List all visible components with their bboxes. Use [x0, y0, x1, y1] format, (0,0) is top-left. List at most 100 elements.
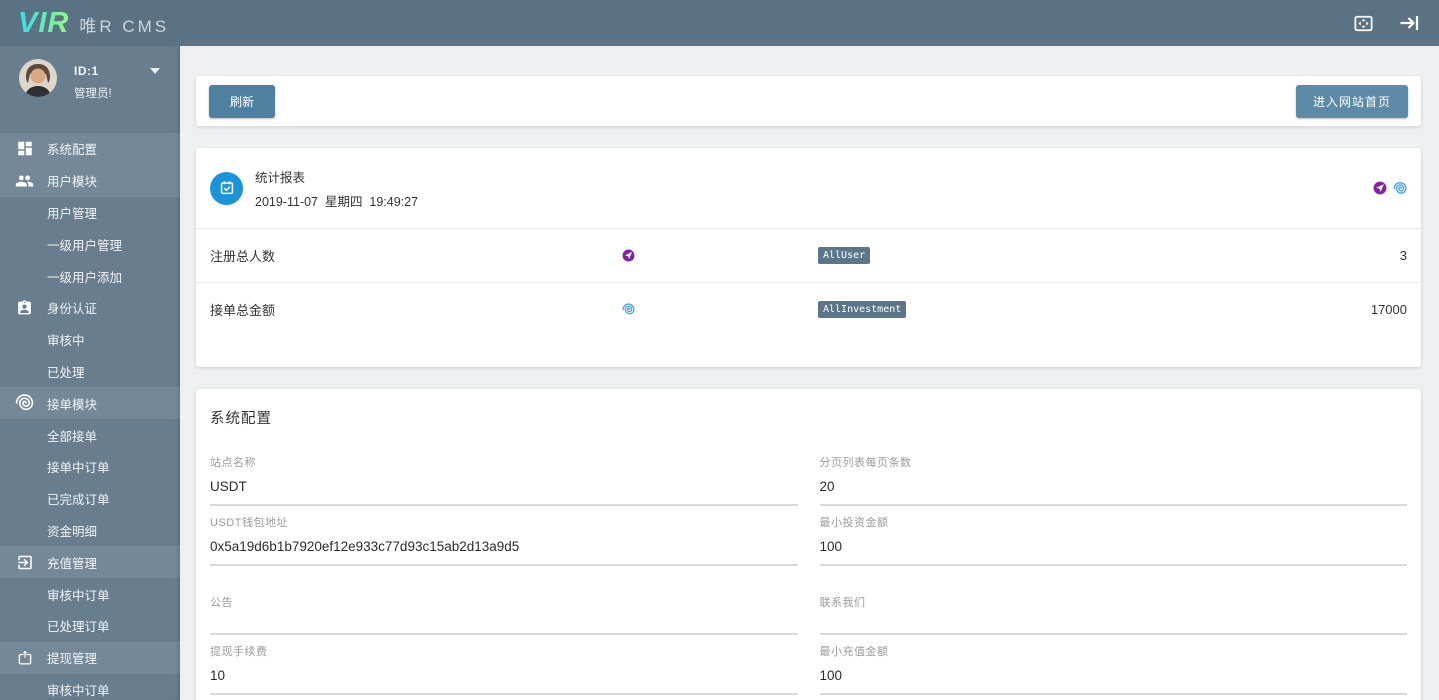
- dashboard-icon: [15, 139, 34, 158]
- sidebar: ID:1 管理员! 系统配置 用户模块 用户管理 一级用户管理 一级用户添加 身…: [0, 46, 180, 700]
- stats-badge: AllUser: [818, 247, 871, 264]
- sidebar-item-system-config[interactable]: 系统配置: [0, 133, 180, 165]
- sidebar-item-label: 一级用户添加: [47, 270, 123, 285]
- sidebar-item-label: 接单模块: [47, 397, 98, 412]
- config-grid: 站点名称 USDT 分页列表每页条数 20 USDT钱包地址 0x5a19d6b…: [210, 454, 1407, 700]
- chevron-down-icon[interactable]: [150, 68, 160, 74]
- sidebar-item-label: 审核中订单: [47, 683, 110, 698]
- sidebar-item-l1-user-add[interactable]: 一级用户添加: [0, 260, 180, 292]
- stats-value: 17000: [1370, 302, 1407, 317]
- min-invest-input[interactable]: 100: [819, 539, 1407, 566]
- stats-row-label: 接单总金额: [210, 303, 276, 318]
- stats-row-investment: 接单总金额 AllInvestment 17000: [196, 282, 1421, 336]
- sidebar-item-identity-auth[interactable]: 身份认证: [0, 292, 180, 324]
- enter-box-icon: [15, 553, 34, 572]
- sidebar-item-fund-details[interactable]: 资金明细: [0, 515, 180, 547]
- user-block: ID:1 管理员!: [0, 46, 180, 133]
- sidebar-item-label: 审核中订单: [47, 588, 110, 603]
- sidebar-item-recharge-reviewing[interactable]: 审核中订单: [0, 578, 180, 610]
- field-announcement: 公告: [210, 594, 798, 635]
- sidebar-item-label: 接单中订单: [47, 461, 110, 476]
- field-page-size: 分页列表每页条数 20: [819, 454, 1407, 506]
- sidebar-item-label: 审核中: [47, 334, 85, 349]
- go-home-button[interactable]: 进入网站首页: [1295, 84, 1408, 118]
- avatar[interactable]: [19, 59, 57, 97]
- field-min-recharge: 最小充值金额 100: [819, 643, 1407, 695]
- field-label: 最小充值金额: [819, 646, 889, 658]
- sidebar-item-label: 身份认证: [47, 302, 98, 317]
- stats-value: 3: [1399, 248, 1407, 263]
- calendar-check-icon: [210, 171, 243, 205]
- field-usdt-wallet: USDT钱包地址 0x5a19d6b1b7920ef12e933c77d93c1…: [210, 514, 798, 566]
- sidebar-item-label: 已处理: [47, 365, 85, 380]
- sidebar-item-label: 资金明细: [47, 524, 98, 539]
- spiral-icon: [622, 303, 635, 316]
- field-contact-us: 联系我们: [819, 594, 1407, 635]
- sidebar-item-user-manage[interactable]: 用户管理: [0, 197, 180, 229]
- sidebar-item-processed[interactable]: 已处理: [0, 356, 180, 388]
- usdt-wallet-input[interactable]: 0x5a19d6b1b7920ef12e933c77d93c15ab2d13a9…: [210, 539, 798, 566]
- id-card-icon: [15, 298, 34, 317]
- stats-titles: 统计报表 2019-11-07 星期四 19:49:27: [255, 167, 418, 210]
- stats-header: 统计报表 2019-11-07 星期四 19:49:27: [196, 148, 1421, 228]
- sidebar-item-reviewing[interactable]: 审核中: [0, 324, 180, 356]
- sidebar-item-recharge-processed[interactable]: 已处理订单: [0, 610, 180, 642]
- page-size-input[interactable]: 20: [819, 479, 1407, 506]
- sidebar-item-label: 充值管理: [47, 556, 98, 571]
- stats-datetime: 2019-11-07 星期四 19:49:27: [255, 194, 419, 209]
- withdraw-fee-input[interactable]: 10: [210, 668, 798, 695]
- sidebar-item-recharge-manage[interactable]: 充值管理: [0, 546, 180, 579]
- field-label: 站点名称: [210, 457, 256, 469]
- logo-text: 唯R CMS: [79, 16, 170, 36]
- main-content: 刷新 进入网站首页 统计报表 2019-11-07 星期四 19:49:27 注…: [180, 46, 1439, 700]
- field-withdraw-fee: 提现手续费 10: [210, 643, 798, 695]
- stats-title: 统计报表: [255, 170, 306, 185]
- sidebar-item-orders-completed[interactable]: 已完成订单: [0, 483, 180, 515]
- announcement-input[interactable]: [210, 619, 798, 635]
- field-min-invest: 最小投资金额 100: [819, 514, 1407, 566]
- spiral-icon[interactable]: [1393, 181, 1407, 195]
- field-label: 公告: [210, 597, 233, 609]
- user-info: ID:1 管理员!: [74, 59, 166, 133]
- sidebar-item-label: 已完成订单: [47, 493, 110, 508]
- config-section-title: 系统配置: [210, 411, 272, 427]
- field-label: 最小投资金额: [819, 517, 889, 529]
- stats-row-label: 注册总人数: [210, 249, 276, 264]
- field-label: 提现手续费: [210, 646, 268, 658]
- field-label: 联系我们: [819, 597, 866, 609]
- upload-box-icon: [15, 648, 34, 667]
- stats-row-users: 注册总人数 AllUser 3: [196, 228, 1421, 282]
- fullscreen-icon[interactable]: [1351, 11, 1375, 35]
- sidebar-menu: 系统配置 用户模块 用户管理 一级用户管理 一级用户添加 身份认证 审核中 已处…: [0, 133, 180, 700]
- stats-card: 统计报表 2019-11-07 星期四 19:49:27 注册总人数 AllUs…: [196, 148, 1421, 367]
- toolbar-card: 刷新 进入网站首页: [196, 76, 1421, 126]
- system-config-card: 系统配置 站点名称 USDT 分页列表每页条数 20 USDT钱包地址 0x5a…: [196, 389, 1421, 700]
- sidebar-item-label: 全部接单: [47, 429, 98, 444]
- sidebar-item-order-module[interactable]: 接单模块: [0, 387, 180, 420]
- stats-badge: AllInvestment: [818, 301, 907, 318]
- field-label: 分页列表每页条数: [819, 457, 912, 469]
- sidebar-item-withdraw-manage[interactable]: 提现管理: [0, 641, 180, 674]
- contact-us-input[interactable]: [819, 619, 1407, 635]
- field-site-name: 站点名称 USDT: [210, 454, 798, 506]
- sidebar-item-withdraw-reviewing[interactable]: 审核中订单: [0, 674, 180, 700]
- sidebar-item-orders-in-progress[interactable]: 接单中订单: [0, 451, 180, 483]
- sidebar-item-user-module[interactable]: 用户模块: [0, 164, 180, 197]
- app-logo: VIR 唯R CMS: [18, 7, 169, 40]
- sidebar-item-label: 已处理订单: [47, 620, 110, 635]
- users-icon: [15, 171, 34, 190]
- logout-icon[interactable]: [1397, 11, 1421, 35]
- sidebar-item-l1-user-manage[interactable]: 一级用户管理: [0, 228, 180, 260]
- site-name-input[interactable]: USDT: [210, 479, 798, 506]
- spiral-icon: [15, 394, 34, 413]
- send-icon: [622, 249, 635, 262]
- sidebar-item-label: 用户模块: [47, 175, 98, 190]
- top-header: VIR 唯R CMS: [0, 0, 1439, 46]
- send-icon[interactable]: [1373, 181, 1387, 195]
- sidebar-item-all-orders[interactable]: 全部接单: [0, 419, 180, 451]
- user-role: 管理员!: [74, 88, 112, 100]
- refresh-button[interactable]: 刷新: [209, 84, 276, 118]
- min-recharge-input[interactable]: 100: [819, 668, 1407, 695]
- sidebar-item-label: 用户管理: [47, 206, 98, 221]
- sidebar-item-label: 提现管理: [47, 652, 98, 667]
